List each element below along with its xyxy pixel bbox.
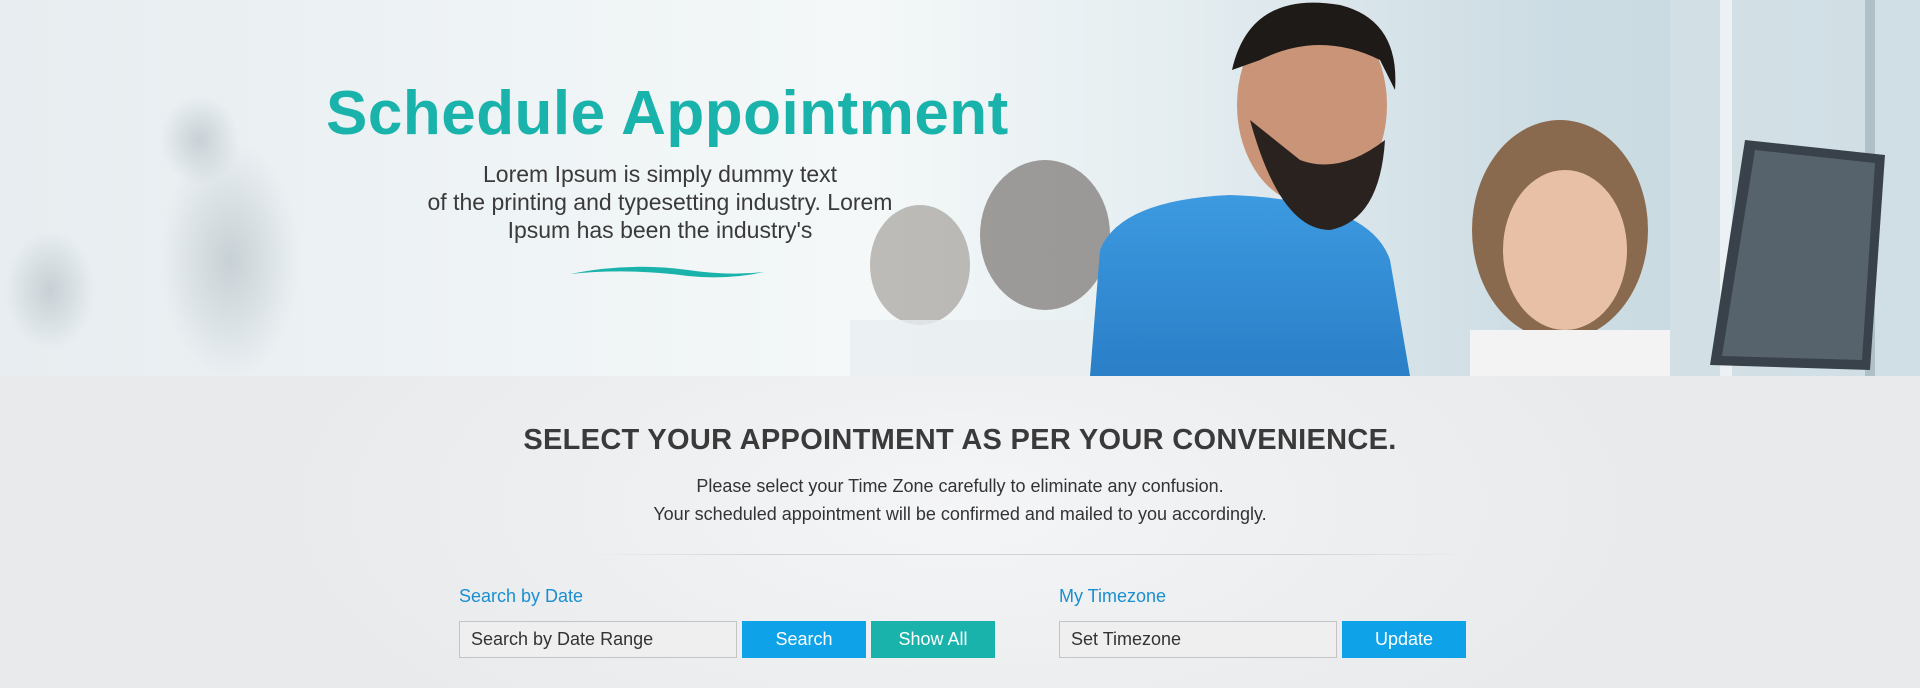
- search-button[interactable]: Search: [742, 621, 866, 658]
- hero-subtitle-line: of the printing and typesetting industry…: [427, 189, 893, 215]
- hero-title: Schedule Appointment: [326, 79, 1009, 148]
- my-timezone-label: My Timezone: [1059, 586, 1167, 606]
- update-button[interactable]: Update: [1342, 621, 1466, 658]
- section-description: Please select your Time Zone carefully t…: [0, 472, 1920, 528]
- timezone-input[interactable]: [1059, 621, 1337, 658]
- section-divider: [590, 554, 1470, 555]
- hero-subtitle: Lorem Ipsum is simply dummy text of the …: [390, 160, 930, 244]
- hero-subtitle-line: Lorem Ipsum is simply dummy text: [482, 161, 838, 187]
- hero-subtitle-line: Ipsum has been the industry's: [507, 217, 813, 243]
- hero-background-image: [5, 0, 1920, 376]
- date-range-input[interactable]: [459, 621, 737, 658]
- search-by-date-label: Search by Date: [459, 586, 584, 606]
- hero-banner: Schedule Appointment Lorem Ipsum is simp…: [0, 0, 1920, 376]
- show-all-button[interactable]: Show All: [871, 621, 995, 658]
- description-line: Your scheduled appointment will be confi…: [653, 504, 1267, 524]
- section-heading: SELECT YOUR APPOINTMENT AS PER YOUR CONV…: [523, 424, 1397, 456]
- description-line: Please select your Time Zone carefully t…: [696, 476, 1224, 496]
- appointment-section: SELECT YOUR APPOINTMENT AS PER YOUR CONV…: [0, 376, 1920, 688]
- swoosh-divider-icon: [570, 266, 764, 278]
